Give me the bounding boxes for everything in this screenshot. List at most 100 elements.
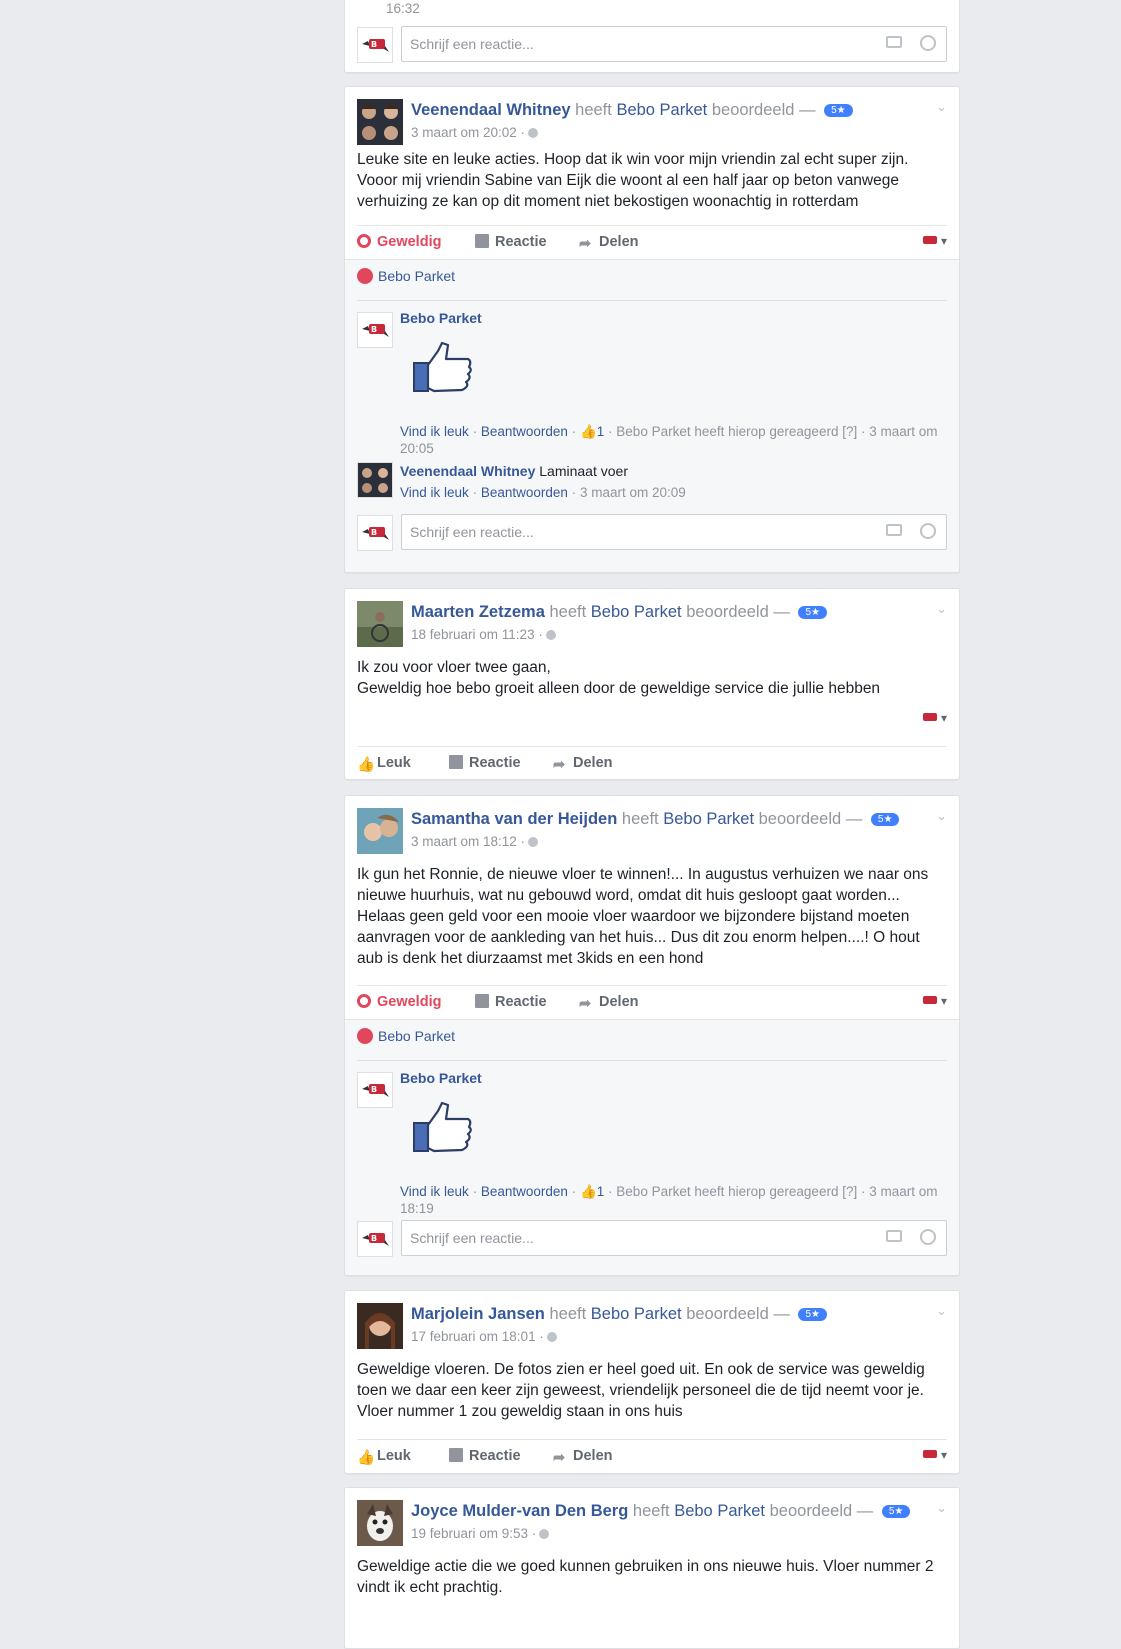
post-date[interactable]: 18 februari om 11:23 · <box>411 627 543 642</box>
globe-icon <box>545 630 556 640</box>
caret-icon: ▾ <box>940 1448 947 1462</box>
comment-input-box[interactable] <box>401 26 947 62</box>
page-link[interactable]: Bebo Parket <box>591 603 682 621</box>
chevron-down-icon[interactable]: ⌄ <box>936 1500 947 1516</box>
comment-author[interactable]: Veenendaal Whitney <box>400 463 535 479</box>
chevron-down-icon[interactable]: ⌄ <box>936 99 947 115</box>
comment: Bebo Parket Vind ik leuk · Beantwoorden … <box>400 310 947 457</box>
comment-input[interactable] <box>408 35 812 53</box>
leuk-button[interactable]: 👍 Leuk <box>357 1448 411 1466</box>
emoji-icon[interactable] <box>920 1229 936 1245</box>
review-card: Maarten Zetzema heeft Bebo Parket beoord… <box>344 588 960 780</box>
reaction-summary[interactable]: Bebo Parket <box>357 1028 947 1061</box>
reactie-button[interactable]: Reactie <box>449 1448 521 1464</box>
comment-icon <box>475 234 489 248</box>
avatar[interactable] <box>357 1500 403 1546</box>
reviewer-name[interactable]: Joyce Mulder-van Den Berg <box>411 1502 628 1520</box>
comment-avatar[interactable] <box>357 312 393 348</box>
like-count[interactable]: 👍1 <box>580 1184 604 1199</box>
beoordeeld-text: beoordeeld <box>758 810 842 828</box>
love-icon <box>357 994 371 1008</box>
reviewer-name[interactable]: Maarten Zetzema <box>411 603 545 621</box>
page-link[interactable]: Bebo Parket <box>674 1502 765 1520</box>
chevron-down-icon[interactable]: ⌄ <box>936 601 947 617</box>
comment-input[interactable] <box>408 1229 812 1247</box>
comment-avatar[interactable] <box>357 1072 393 1108</box>
camera-icon[interactable] <box>886 1230 902 1242</box>
reaction-summary[interactable]: Bebo Parket <box>357 268 947 301</box>
like-thumb-sticker-icon <box>412 1101 474 1155</box>
comment-input-box[interactable] <box>401 1220 947 1256</box>
emoji-icon[interactable] <box>920 523 936 539</box>
chevron-down-icon[interactable]: ⌄ <box>936 808 947 824</box>
sep: · <box>608 424 613 439</box>
reactie-button[interactable]: Reactie <box>475 234 547 250</box>
camera-icon[interactable] <box>886 524 902 536</box>
sep: · <box>608 1184 613 1199</box>
globe-icon <box>528 128 539 138</box>
comment-input-box[interactable] <box>401 514 947 550</box>
comment: Bebo Parket Vind ik leuk · Beantwoorden … <box>400 1070 947 1217</box>
delen-button[interactable]: ➦ Delen <box>553 1448 613 1466</box>
avatar[interactable] <box>357 808 403 854</box>
post-as-selector[interactable]: ▾ <box>922 994 947 1008</box>
page-avatar[interactable] <box>357 27 393 63</box>
rating-badge: 5★ <box>870 813 900 826</box>
reacted-by[interactable]: Bebo Parket <box>378 268 455 284</box>
reactie-button[interactable]: Reactie <box>449 755 521 771</box>
avatar[interactable] <box>357 99 403 145</box>
post-as-selector[interactable]: ▾ <box>922 711 947 725</box>
camera-icon[interactable] <box>886 36 902 48</box>
comment-author[interactable]: Bebo Parket <box>400 310 482 326</box>
avatar[interactable] <box>357 1303 403 1349</box>
page-avatar[interactable] <box>357 515 393 551</box>
emoji-icon[interactable] <box>920 35 936 51</box>
comment-composer <box>357 1220 947 1257</box>
delen-label: Delen <box>599 234 639 250</box>
page-link[interactable]: Bebo Parket <box>663 810 754 828</box>
like-count[interactable]: 👍1 <box>580 424 604 439</box>
post-meta: 19 februari om 9:53 · <box>411 1526 550 1541</box>
comment-avatar[interactable] <box>357 462 393 498</box>
review-card: Marjolein Jansen heeft Bebo Parket beoor… <box>344 1290 960 1474</box>
geweldig-button[interactable]: Geweldig <box>357 234 441 250</box>
reviewer-name[interactable]: Samantha van der Heijden <box>411 810 617 828</box>
leuk-label: Leuk <box>377 1448 411 1464</box>
like-comment-link[interactable]: Vind ik leuk <box>400 424 469 439</box>
chevron-down-icon[interactable]: ⌄ <box>936 1303 947 1319</box>
reply-link[interactable]: Beantwoorden <box>481 485 568 500</box>
page-link[interactable]: Bebo Parket <box>591 1305 682 1323</box>
reacted-by[interactable]: Bebo Parket <box>378 1028 455 1044</box>
reply-link[interactable]: Beantwoorden <box>481 424 568 439</box>
comment-meta: Vind ik leuk · Beantwoorden · 3 maart om… <box>400 484 947 501</box>
page-link[interactable]: Bebo Parket <box>616 101 707 119</box>
comment-input[interactable] <box>408 523 812 541</box>
comment-time[interactable]: 3 maart om 20:09 <box>580 485 686 500</box>
reviewer-name[interactable]: Veenendaal Whitney <box>411 101 571 119</box>
post-as-selector[interactable]: ▾ <box>922 1448 947 1462</box>
reactie-button[interactable]: Reactie <box>475 994 547 1010</box>
page-avatar[interactable] <box>357 1221 393 1257</box>
beoordeeld-text: beoordeeld <box>711 101 795 119</box>
delen-button[interactable]: ➦ Delen <box>553 755 613 773</box>
leuk-button[interactable]: 👍 Leuk <box>357 755 411 773</box>
reviewer-name[interactable]: Marjolein Jansen <box>411 1305 545 1323</box>
avatar[interactable] <box>357 601 403 647</box>
delen-button[interactable]: ➦ Delen <box>579 234 639 252</box>
post-date[interactable]: 19 februari om 9:53 · <box>411 1526 536 1541</box>
reply-link[interactable]: Beantwoorden <box>481 1184 568 1199</box>
geweldig-button[interactable]: Geweldig <box>357 994 441 1010</box>
comment-author[interactable]: Bebo Parket <box>400 1070 482 1086</box>
review-text: Ik gun het Ronnie, de nieuwe vloer te wi… <box>357 866 929 967</box>
user-photo-icon <box>357 1500 403 1546</box>
delen-button[interactable]: ➦ Delen <box>579 994 639 1012</box>
post-date[interactable]: 3 maart om 20:02 · <box>411 125 525 140</box>
post-date[interactable]: 3 maart om 18:12 · <box>411 834 525 849</box>
reactie-label: Reactie <box>469 755 521 771</box>
post-as-selector[interactable]: ▾ <box>922 234 947 248</box>
like-comment-link[interactable]: Vind ik leuk <box>400 485 469 500</box>
post-date[interactable]: 17 februari om 18:01 · <box>411 1329 544 1344</box>
review-header: Joyce Mulder-van Den Berg heeft Bebo Par… <box>357 1500 947 1546</box>
like-comment-link[interactable]: Vind ik leuk <box>400 1184 469 1199</box>
comment: Veenendaal Whitney Laminaat voer Vind ik… <box>400 463 947 501</box>
